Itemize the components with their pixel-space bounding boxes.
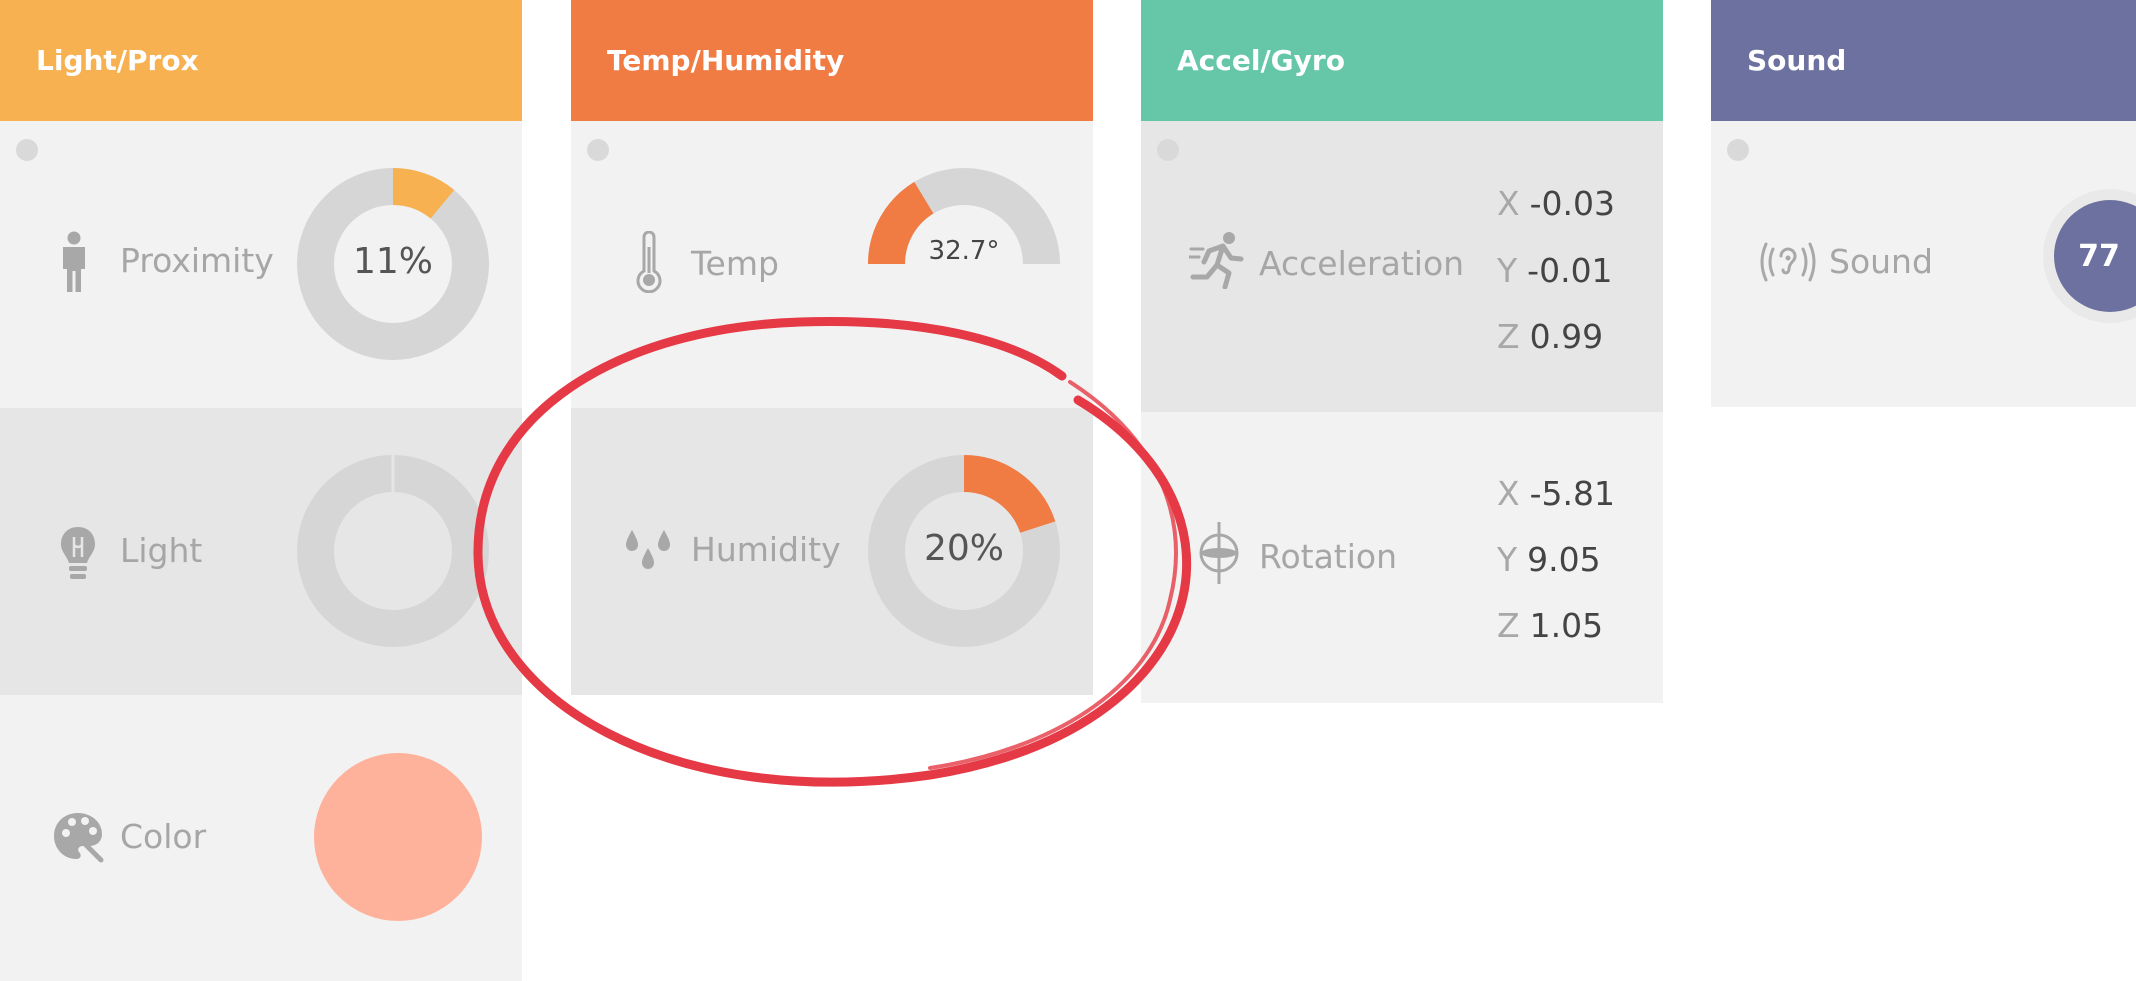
palette-icon (54, 813, 104, 863)
sensor-label: Proximity (120, 241, 274, 280)
sensor-row-acceleration[interactable]: Acceleration X -0.03 Y -0.01 Z 0.99 (1141, 121, 1663, 412)
panel-temp-humidity: Temp/Humidity Temp 32.7° Humidity 20% (571, 0, 1093, 695)
accel-z-value: Z 0.99 (1497, 317, 1604, 356)
sensor-label: Rotation (1259, 537, 1398, 576)
sensor-row-color[interactable]: Color (0, 695, 522, 981)
sensor-label: Color (120, 817, 207, 856)
rotation-z-value: Z 1.05 (1497, 606, 1604, 645)
accel-x-value: X -0.03 (1497, 184, 1615, 223)
panel-title: Temp/Humidity (607, 44, 845, 77)
status-dot (1727, 139, 1749, 161)
panel-header-light-prox: Light/Prox (0, 0, 522, 121)
gauge-value: 77 (2078, 238, 2120, 274)
humidity-gauge: 20% (868, 455, 1060, 647)
gauge-value: 11% (352, 241, 433, 282)
light-gauge (297, 455, 489, 647)
panel-title: Accel/Gyro (1177, 44, 1345, 77)
sensor-row-temp[interactable]: Temp 32.7° (571, 121, 1093, 408)
panel-header-sound: Sound (1711, 0, 2136, 121)
status-dot (1157, 139, 1179, 161)
status-dot (587, 139, 609, 161)
color-swatch (314, 753, 482, 921)
sensor-row-proximity[interactable]: Proximity 11% (0, 121, 522, 408)
temp-gauge: 32.7° (868, 168, 1060, 268)
sensor-label: Sound (1829, 242, 1933, 281)
lightbulb-icon (61, 527, 95, 579)
rotation-x-value: X -5.81 (1497, 474, 1615, 513)
sensor-label: Acceleration (1259, 244, 1465, 283)
rotation-y-value: Y 9.05 (1497, 540, 1601, 579)
ear-sound-icon (1760, 242, 1816, 282)
sensor-row-light[interactable]: Light (0, 408, 522, 695)
panel-sound: Sound Sound 77 (1711, 0, 2136, 407)
accel-y-value: Y -0.01 (1497, 251, 1613, 290)
status-dot (16, 139, 38, 161)
sensor-row-sound[interactable]: Sound 77 (1711, 121, 2136, 407)
panel-light-prox: Light/Prox Proximity 11% Light Color (0, 0, 522, 981)
sensor-row-rotation[interactable]: Rotation X -5.81 Y 9.05 Z 1.05 (1141, 412, 1663, 703)
sensor-row-humidity[interactable]: Humidity 20% (571, 408, 1093, 695)
sensor-label: Temp (691, 244, 779, 283)
panel-title: Sound (1747, 44, 1847, 77)
gyroscope-icon (1199, 522, 1239, 584)
sound-gauge: 77 (2043, 189, 2136, 323)
panel-header-temp-humidity: Temp/Humidity (571, 0, 1093, 121)
gauge-value: 20% (923, 528, 1004, 569)
proximity-gauge: 11% (297, 168, 489, 360)
gauge-value: 32.7° (928, 236, 1000, 266)
panel-title: Light/Prox (36, 44, 199, 77)
running-person-icon (1189, 232, 1244, 289)
sensor-label: Light (120, 531, 203, 570)
panel-accel-gyro: Accel/Gyro Acceleration X -0.03 Y -0.01 Z0… (1141, 0, 1663, 703)
thermometer-icon (636, 231, 662, 293)
droplets-icon (626, 530, 670, 569)
sensor-label: Humidity (691, 530, 841, 569)
panel-header-accel-gyro: Accel/Gyro (1141, 0, 1663, 121)
person-icon (63, 231, 85, 292)
